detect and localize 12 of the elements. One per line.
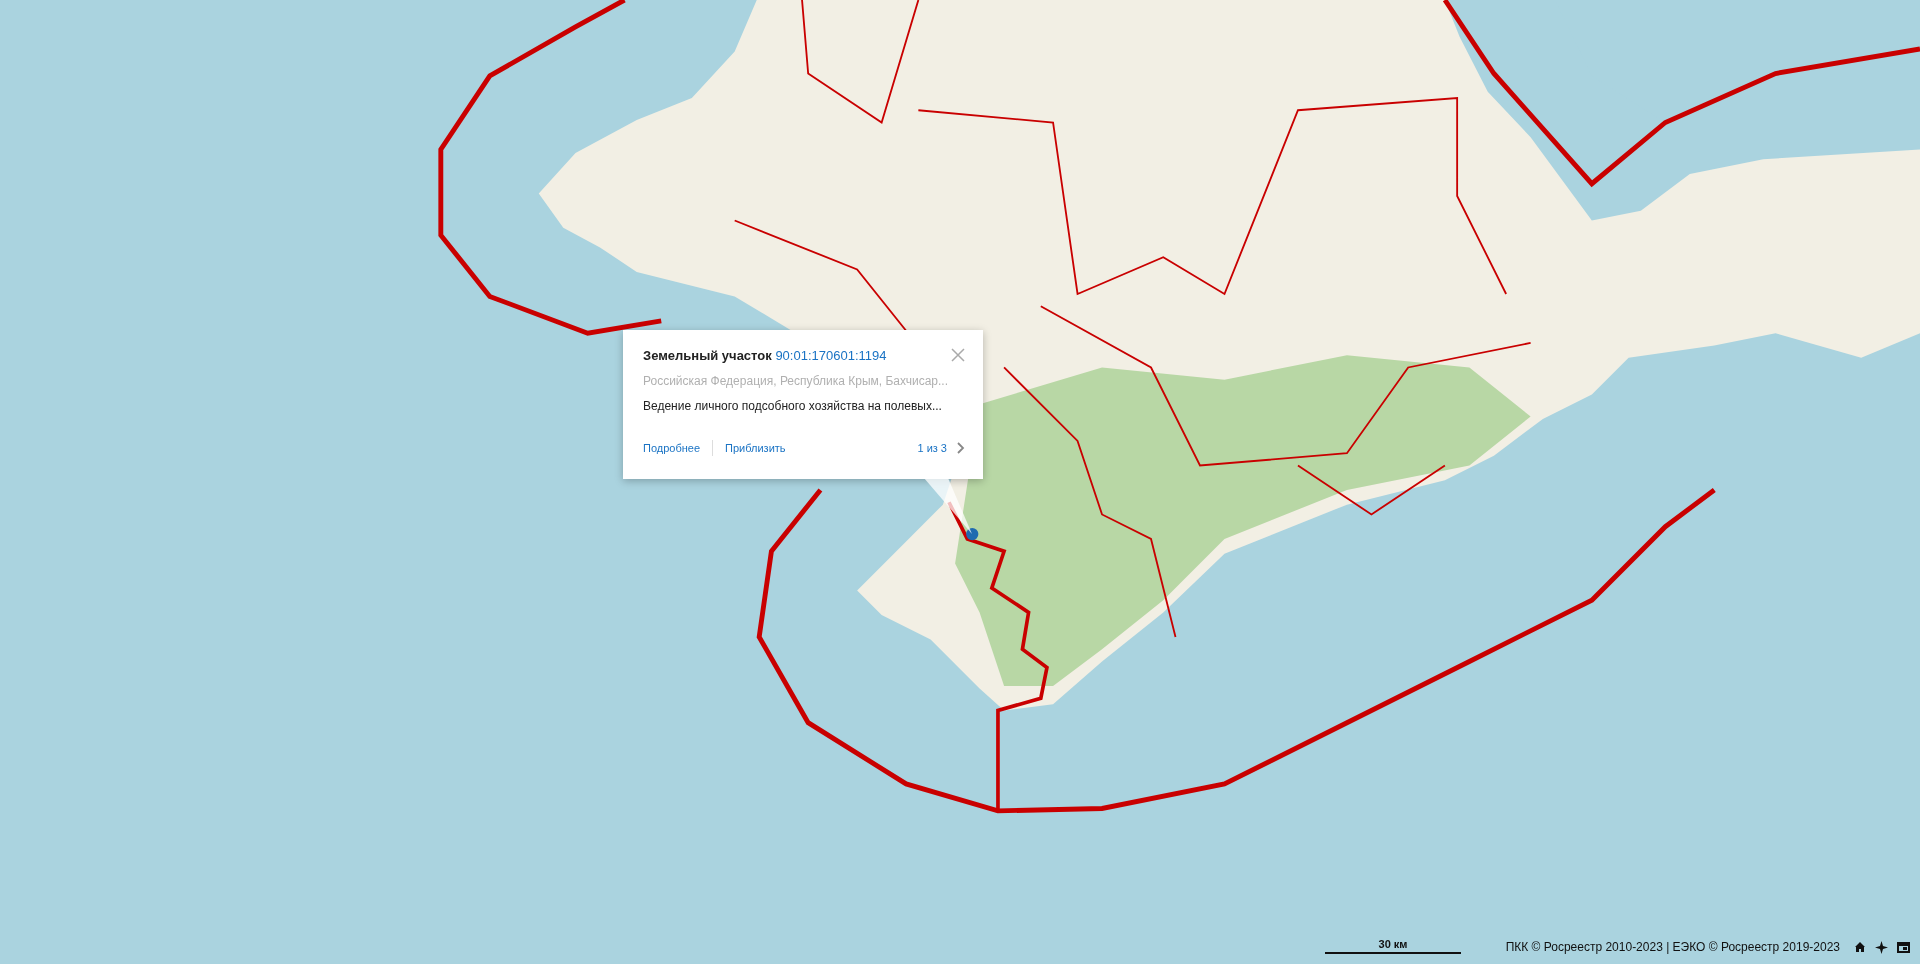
address-text: Российская Федерация, Республика Крым, Бахчисар... bbox=[643, 373, 948, 389]
pager-text: 1 из 3 bbox=[917, 442, 947, 454]
popup-title: Земельный участок 90:01:170601:1194 bbox=[643, 348, 887, 364]
scale-bar: 30 км bbox=[1325, 938, 1461, 954]
popup-link[interactable]: Приблизить bbox=[725, 442, 786, 454]
next-chevron-icon[interactable] bbox=[957, 442, 965, 454]
description-text: Ведение личного подсобного хозяйства на полевых... bbox=[643, 398, 942, 414]
popup-link[interactable]: Подробнее bbox=[643, 442, 701, 454]
attribution-text: ПКК © Росреестр 2010-2023 | ЕЭКО © Росреестр 2019-2023 bbox=[1505, 939, 1840, 955]
window-icon[interactable] bbox=[1897, 940, 1910, 954]
locate-icon[interactable] bbox=[1875, 940, 1888, 954]
home-icon[interactable] bbox=[1854, 940, 1866, 954]
